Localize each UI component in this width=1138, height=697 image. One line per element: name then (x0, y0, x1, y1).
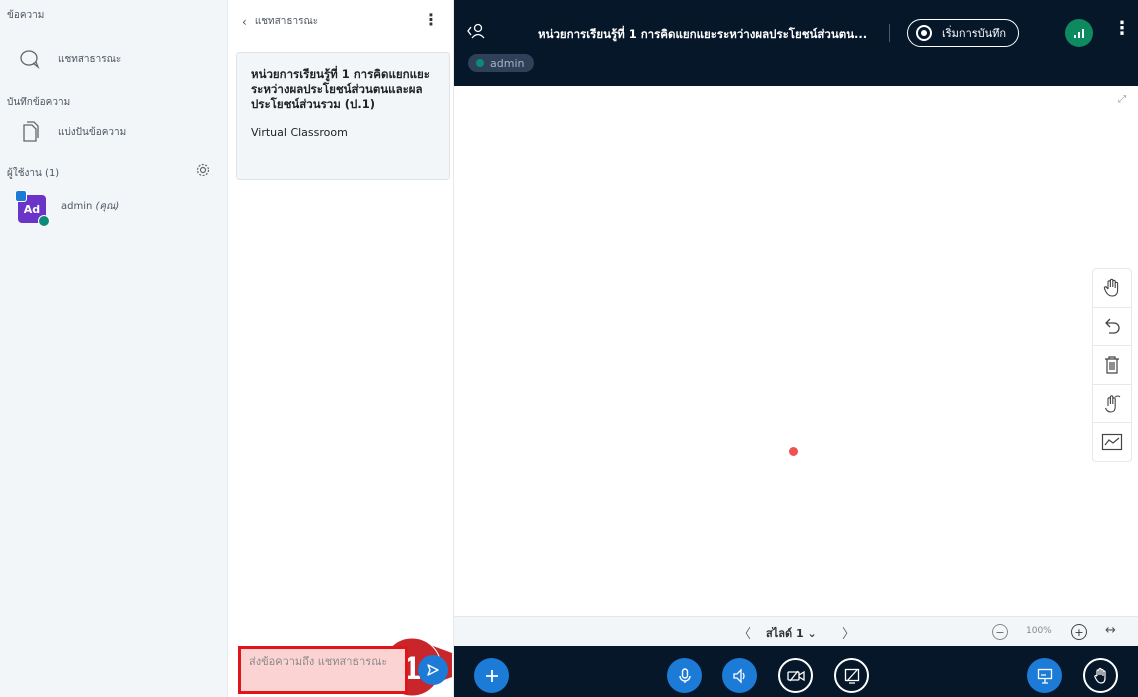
fit-width-button[interactable]: ↔ (1105, 623, 1116, 638)
record-label: เริ่มการบันทึก (942, 27, 1007, 40)
notes-heading: บันทึกข้อความ (7, 97, 71, 108)
slide-select[interactable]: สไลด์ 1 ⌄ (766, 624, 817, 642)
presentation-header: หน่วยการเรียนรู้ที่ 1 การคิดแยกแยะระหว่า… (454, 0, 1138, 86)
screen-share-off-icon (844, 668, 859, 684)
speaker-icon (732, 667, 745, 684)
camera-button[interactable] (778, 658, 813, 693)
hand-tool-button[interactable] (1093, 269, 1131, 308)
chat-options-button[interactable]: ⋮ (423, 10, 439, 29)
chat-title: แชทสาธารณะ (254, 16, 319, 27)
user-name: admin (คุณ) (61, 201, 120, 212)
user-list-item[interactable]: Ad admin (คุณ) (15, 190, 120, 231)
prev-slide-button[interactable]: 〈 (738, 623, 751, 642)
zoom-level: 100% (1026, 626, 1052, 636)
microphone-icon (38, 215, 50, 227)
chat-panel: ‹ แชทสาธารณะ ⋮ หน่วยการเรียนรู้ที่ 1 การ… (228, 0, 454, 697)
whiteboard-canvas[interactable]: ⤢ (454, 86, 1138, 616)
whiteboard-button[interactable] (1093, 423, 1131, 461)
plus-icon (485, 669, 498, 682)
zoom-in-button[interactable]: + (1071, 624, 1087, 640)
chat-message-input[interactable]: ส่งข้อความถึง แชทสาธารณะ (238, 646, 408, 694)
zoom-out-button[interactable]: − (992, 624, 1008, 640)
sidebar-item-public-chat[interactable]: แชทสาธารณะ (18, 47, 121, 71)
notes-icon (18, 120, 42, 144)
presentation-icon (1037, 668, 1052, 684)
sidebar-item-shared-notes[interactable]: แบ่งปันข้อความ (18, 120, 126, 144)
connection-status-icon[interactable] (1065, 19, 1093, 47)
undo-icon (1105, 318, 1120, 335)
microphone-button[interactable] (667, 658, 702, 693)
presenter-cursor (789, 447, 798, 456)
presentation-button[interactable] (1027, 658, 1062, 693)
divider (889, 24, 890, 42)
welcome-title: หน่วยการเรียนรู้ที่ 1 การคิดแยกแยะระหว่า… (251, 67, 430, 111)
users-toggle-icon[interactable] (467, 21, 487, 41)
welcome-message: หน่วยการเรียนรู้ที่ 1 การคิดแยกแยะระหว่า… (236, 52, 450, 180)
record-button[interactable]: เริ่มการบันทึก (907, 19, 1019, 47)
clear-button[interactable] (1093, 346, 1131, 385)
sidebar-item-label: แชทสาธารณะ (58, 53, 122, 65)
presenter-badge: admin (468, 54, 535, 72)
next-slide-button[interactable]: 〉 (842, 623, 855, 642)
multi-user-button[interactable] (1093, 385, 1131, 424)
gear-icon[interactable] (195, 162, 211, 178)
send-icon (427, 664, 439, 676)
screen-share-button[interactable] (834, 658, 869, 693)
audio-button[interactable] (722, 658, 757, 693)
fullscreen-icon[interactable]: ⤢ (1118, 94, 1126, 105)
welcome-subtitle: Virtual Classroom (251, 126, 348, 139)
multi-user-icon (1104, 394, 1121, 413)
meeting-title: หน่วยการเรียนรู้ที่ 1 การคิดแยกแยะระหว่า… (538, 27, 868, 41)
whiteboard-icon (1101, 434, 1123, 451)
chat-header[interactable]: ‹ แชทสาธารณะ (242, 14, 318, 29)
chat-icon (18, 47, 42, 71)
camera-off-icon (786, 670, 805, 681)
presenter-dot (476, 59, 484, 67)
moderator-icon (15, 190, 27, 202)
record-icon (916, 25, 932, 41)
sidebar: ข้อความ แชทสาธารณะ บันทึกข้อความ แบ่งปัน… (0, 0, 228, 697)
undo-button[interactable] (1093, 308, 1131, 347)
send-button[interactable] (418, 655, 448, 685)
microphone-icon (678, 667, 691, 683)
actions-button[interactable] (474, 658, 509, 693)
chevron-left-icon: ‹ (242, 14, 247, 29)
raise-hand-button[interactable] (1083, 658, 1118, 693)
action-bar (454, 646, 1138, 697)
slide-controls: 〈 สไลด์ 1 ⌄ 〉 − 100% + ↔ (454, 616, 1138, 646)
options-menu-button[interactable]: ⋮ (1113, 18, 1131, 39)
sidebar-item-label: แบ่งปันข้อความ (58, 126, 127, 138)
users-heading: ผู้ใช้งาน (1) (7, 168, 60, 179)
raise-hand-icon (1093, 667, 1106, 684)
avatar: Ad (15, 190, 50, 227)
trash-icon (1105, 356, 1119, 374)
hand-icon (1103, 278, 1119, 297)
messages-heading: ข้อความ (7, 10, 45, 21)
whiteboard-toolbar (1092, 268, 1132, 462)
